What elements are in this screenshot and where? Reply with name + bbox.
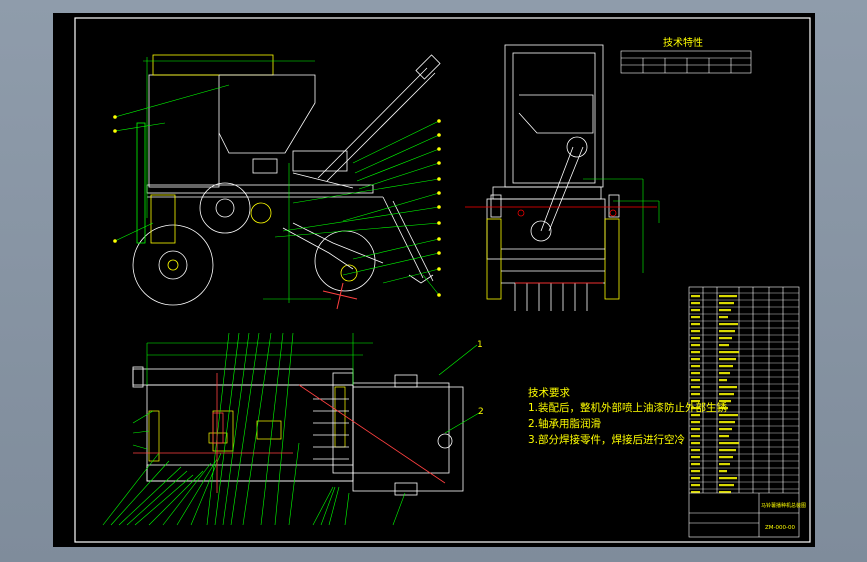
parts-list-code-glyphs	[691, 379, 700, 382]
end-view	[486, 44, 620, 300]
parts-list-entry-glyphs	[719, 337, 732, 340]
parts-list-entry-glyphs	[719, 484, 734, 487]
top-view-dims	[146, 333, 373, 385]
parts-list-code-glyphs	[691, 477, 700, 480]
parts-list-code-glyphs	[691, 449, 700, 452]
parts-list-code-glyphs	[691, 337, 700, 340]
parts-list-code-glyphs	[691, 372, 700, 375]
parts-list-entry-glyphs	[719, 358, 736, 361]
end-view-tines	[514, 283, 588, 311]
parts-list-entry-glyphs	[719, 309, 731, 312]
parts-list-code-glyphs	[691, 316, 700, 319]
parts-list-code-glyphs	[691, 302, 700, 305]
parts-list-code-glyphs	[691, 323, 700, 326]
parts-list-entry-glyphs	[719, 379, 727, 382]
parts-list-entry-glyphs	[719, 302, 734, 305]
top-view-tines	[313, 398, 349, 460]
tech-req-2: 2.轴承用脂润滑	[528, 418, 602, 430]
tech-req-1: 1.装配后，整机外部喷上油漆防止外部生锈	[528, 402, 728, 414]
parts-list-entry-glyphs	[719, 365, 733, 368]
side-view-dims	[143, 57, 331, 303]
cad-drawing: 技术特性 1 2 马铃薯播种机总装图 ZM-000-00	[74, 17, 811, 543]
parts-list-rows	[689, 292, 799, 490]
parts-list-entry-glyphs	[719, 442, 739, 445]
side-view	[132, 54, 441, 306]
balloon-2: 2	[478, 407, 484, 417]
parts-list-entry-glyphs	[719, 470, 727, 473]
parts-list-code-glyphs	[691, 456, 700, 459]
parts-list-entry-glyphs	[719, 372, 730, 375]
tech-req-3: 3.部分焊接零件，焊接后进行空冷	[528, 434, 686, 446]
parts-list-entry-glyphs	[719, 463, 730, 466]
spec-table	[620, 50, 752, 74]
parts-list-entry-glyphs	[719, 456, 733, 459]
parts-list-entry-glyphs	[719, 428, 732, 431]
parts-list-entry-glyphs	[719, 351, 739, 354]
parts-list-code-glyphs	[691, 358, 700, 361]
end-view-red	[465, 206, 657, 284]
parts-list-code-glyphs	[691, 351, 700, 354]
parts-list-code-glyphs	[691, 442, 700, 445]
drawing-sheet: 技术特性 1 2 马铃薯播种机总装图 ZM-000-00 技术要求 1.装配后，…	[53, 13, 815, 547]
top-view-balloons: 1 2	[477, 340, 484, 417]
parts-list-code-glyphs	[691, 365, 700, 368]
parts-list-entry-glyphs	[719, 421, 735, 424]
parts-list-code-glyphs	[691, 484, 700, 487]
parts-list-code-glyphs	[691, 463, 700, 466]
parts-list-entry-glyphs	[719, 323, 738, 326]
parts-list-code-glyphs	[691, 435, 700, 438]
parts-list-code-glyphs	[691, 330, 700, 333]
parts-list-code-glyphs	[691, 428, 700, 431]
parts-list-code-glyphs	[691, 470, 700, 473]
balloon-1: 1	[477, 340, 483, 350]
parts-list-entry-glyphs	[719, 386, 737, 389]
parts-list-code-glyphs	[691, 393, 700, 396]
top-view-shaft	[133, 373, 446, 493]
side-view-markers	[113, 115, 441, 297]
side-view-leaders	[114, 84, 440, 296]
parts-list-entry-glyphs	[719, 449, 736, 452]
spec-table-title: 技术特性	[663, 36, 703, 49]
parts-list-entry-glyphs	[719, 477, 737, 480]
drawing-name: 马铃薯播种机总装图	[761, 502, 806, 509]
parts-list-entry-glyphs	[719, 393, 734, 396]
parts-list-code-glyphs	[691, 421, 700, 424]
top-view-leaders	[102, 332, 480, 526]
top-view	[132, 366, 464, 496]
top-view-details	[148, 386, 346, 462]
parts-list-entry-glyphs	[719, 435, 729, 438]
parts-list-entry-glyphs	[719, 316, 728, 319]
side-view-spokes	[322, 282, 358, 310]
app-canvas: 技术特性 1 2 马铃薯播种机总装图 ZM-000-00 技术要求 1.装配后，…	[0, 0, 867, 562]
parts-list-code-glyphs	[691, 386, 700, 389]
parts-list-code-glyphs	[691, 344, 700, 347]
parts-list-code-glyphs	[691, 295, 700, 298]
drawing-number: ZM-000-00	[765, 525, 795, 531]
parts-list-entry-glyphs	[719, 295, 737, 298]
parts-list-entry-glyphs	[719, 330, 735, 333]
parts-list-fill	[691, 295, 739, 494]
parts-list-entry-glyphs	[719, 344, 729, 347]
parts-list-code-glyphs	[691, 309, 700, 312]
tech-req-heading: 技术要求	[528, 387, 570, 399]
